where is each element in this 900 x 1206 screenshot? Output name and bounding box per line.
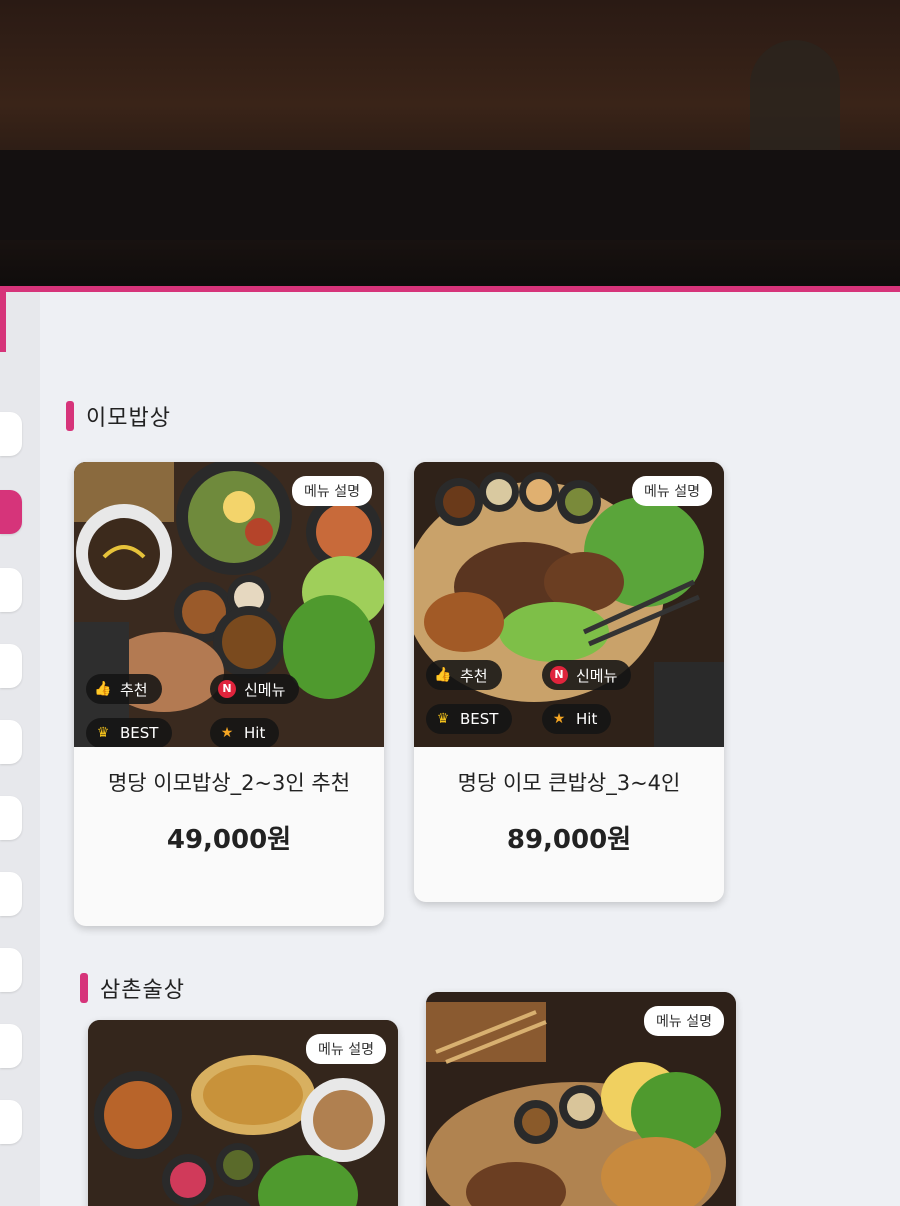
category-tab[interactable] xyxy=(0,796,22,840)
kiosk-screen: 이모밥상 메뉴 설명 👍 추천 N 신메뉴 ♛ BEST ★ Hit 명당 이모… xyxy=(0,286,900,1206)
badge-label: 추천 xyxy=(120,680,148,699)
badge-recommend: 👍 추천 xyxy=(426,660,502,690)
badge-hit: ★ Hit xyxy=(542,704,612,734)
section-title-text: 삼촌술상 xyxy=(100,978,185,1003)
background-room xyxy=(0,0,900,300)
screen-bezel xyxy=(0,150,900,240)
section-title-samchon: 삼촌술상 xyxy=(80,972,185,1004)
section-accent-bar xyxy=(66,401,74,431)
menu-photo: 메뉴 설명 xyxy=(426,992,736,1206)
badge-recommend: 👍 추천 xyxy=(86,674,162,704)
menu-description-button[interactable]: 메뉴 설명 xyxy=(644,1006,724,1036)
menu-card[interactable]: 메뉴 설명 xyxy=(88,1020,398,1206)
badge-label: 신메뉴 xyxy=(576,666,618,685)
category-rail xyxy=(0,292,40,1206)
menu-description-button[interactable]: 메뉴 설명 xyxy=(306,1034,386,1064)
menu-price: 49,000원 xyxy=(166,825,292,855)
badge-label: Hit xyxy=(576,710,598,728)
badge-label: BEST xyxy=(120,724,159,742)
badge-best: ♛ BEST xyxy=(426,704,513,734)
menu-description-button[interactable]: 메뉴 설명 xyxy=(632,476,712,506)
rail-accent xyxy=(0,292,6,352)
menu-name: 명당 이모 큰밥상_3~4인 xyxy=(457,771,681,795)
category-tab[interactable] xyxy=(0,1100,22,1144)
category-tab[interactable] xyxy=(0,872,22,916)
menu-card[interactable]: 메뉴 설명 xyxy=(426,992,736,1206)
thumbs-up-icon: 👍 xyxy=(94,681,112,697)
badge-label: Hit xyxy=(244,724,266,742)
menu-card[interactable]: 메뉴 설명 👍 추천 N 신메뉴 ♛ BEST ★ Hit xyxy=(414,462,724,902)
section-accent-bar xyxy=(80,973,88,1003)
badge-new: N 신메뉴 xyxy=(210,674,300,704)
category-tab[interactable] xyxy=(0,412,22,456)
category-tab[interactable] xyxy=(0,720,22,764)
thumbs-up-icon: 👍 xyxy=(434,667,452,683)
new-n-icon: N xyxy=(550,666,568,684)
menu-name: 명당 이모밥상_2~3인 추천 xyxy=(107,771,351,795)
crown-icon: ♛ xyxy=(436,711,450,727)
menu-description-button[interactable]: 메뉴 설명 xyxy=(292,476,372,506)
badge-hit: ★ Hit xyxy=(210,718,280,747)
menu-photo: 메뉴 설명 👍 추천 N 신메뉴 ♛ BEST ★ Hit xyxy=(414,462,724,747)
category-tab[interactable] xyxy=(0,568,22,612)
badge-label: BEST xyxy=(460,710,499,728)
menu-price: 89,000원 xyxy=(506,825,632,855)
menu-card[interactable]: 메뉴 설명 👍 추천 N 신메뉴 ♛ BEST ★ Hit xyxy=(74,462,384,926)
menu-photo: 메뉴 설명 👍 추천 N 신메뉴 ♛ BEST ★ Hit xyxy=(74,462,384,747)
star-icon: ★ xyxy=(220,725,234,741)
badge-label: 추천 xyxy=(460,666,488,685)
badge-best: ♛ BEST xyxy=(86,718,173,747)
category-tab[interactable] xyxy=(0,1024,22,1068)
section-title-imo: 이모밥상 xyxy=(66,400,171,432)
badge-new: N 신메뉴 xyxy=(542,660,632,690)
category-tab-active[interactable] xyxy=(0,490,22,534)
new-n-icon: N xyxy=(218,680,236,698)
category-tab[interactable] xyxy=(0,644,22,688)
section-title-text: 이모밥상 xyxy=(86,406,171,431)
badge-label: 신메뉴 xyxy=(244,680,286,699)
category-tab[interactable] xyxy=(0,948,22,992)
crown-icon: ♛ xyxy=(96,725,110,741)
menu-photo: 메뉴 설명 xyxy=(88,1020,398,1206)
star-icon: ★ xyxy=(552,711,566,727)
